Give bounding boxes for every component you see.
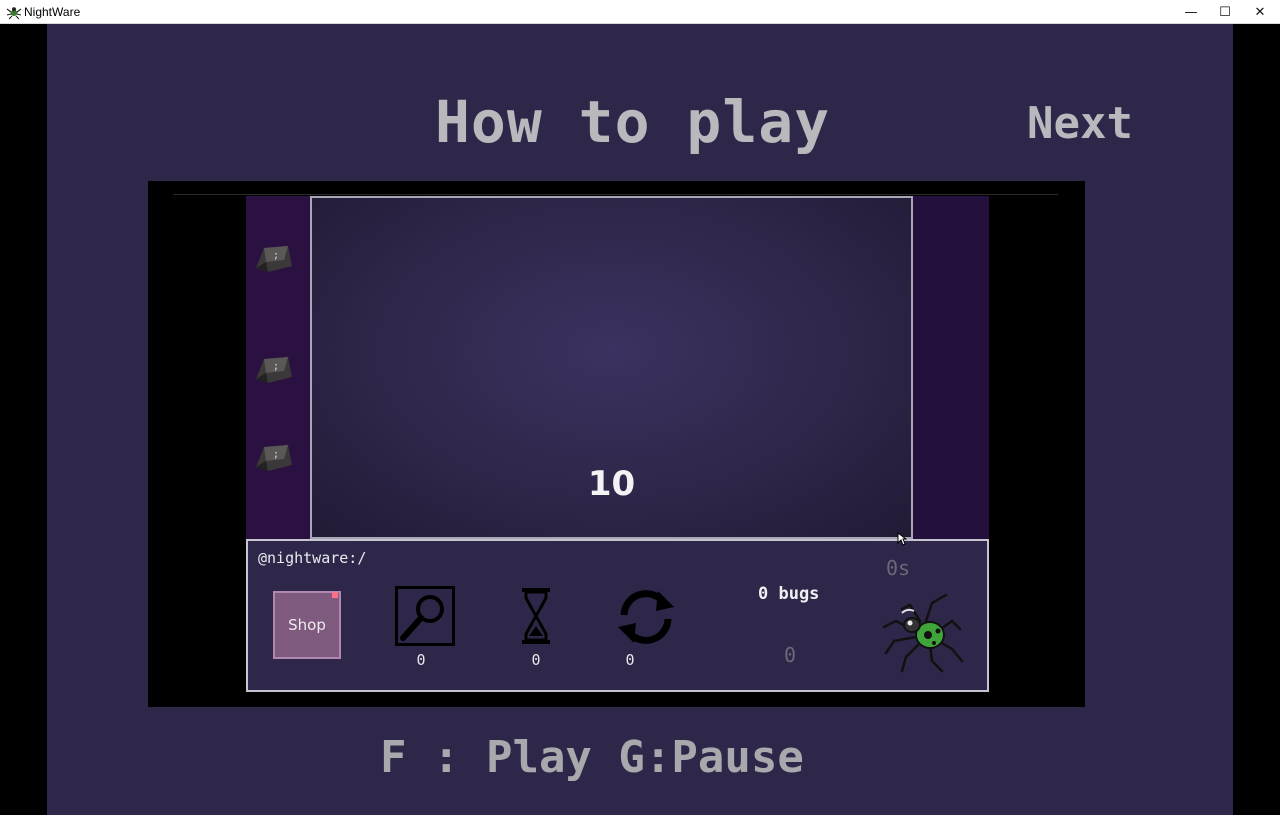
divider [173,194,1058,195]
close-button[interactable]: ✕ [1243,0,1277,24]
magnifier-icon[interactable] [395,586,455,646]
window-title: NightWare [24,5,81,19]
play-field: 10 [310,196,913,539]
console-prompt: @nightware:/ [258,549,367,567]
semicolon-key-icon: ; [256,357,292,383]
svg-text:;: ; [273,250,279,261]
hourglass-icon[interactable] [520,586,552,646]
elapsed-timer: 0s [886,556,911,580]
svg-text:;: ; [273,361,279,372]
next-button[interactable]: Next [1027,98,1133,149]
time-count: 0 [531,651,541,669]
spider-bug-icon [882,593,964,673]
spider-icon [6,7,22,20]
bugs-label: 0 bugs [758,584,820,604]
shop-button[interactable]: Shop [273,591,341,659]
refresh-icon[interactable] [614,585,678,649]
semicolon-key-icon: ; [256,445,292,471]
maximize-button[interactable]: ☐ [1208,0,1242,24]
countdown-counter: 10 [587,464,636,504]
refresh-count: 0 [625,651,635,669]
window-titlebar: NightWare — ☐ ✕ [0,0,1280,24]
page-title: How to play [435,88,831,156]
search-count: 0 [416,651,426,669]
side-lane [913,196,989,539]
semicolon-key-icon: ; [256,246,292,272]
controls-hint: F : Play G:Pause [380,732,804,783]
shop-label: Shop [288,616,326,634]
close-icon [332,592,338,598]
minimize-button[interactable]: — [1174,0,1208,24]
svg-text:;: ; [273,449,279,460]
bugs-value: 0 [784,643,797,667]
mouse-cursor-icon [897,532,907,546]
console-panel: @nightware:/ Shop 0 0 0 0 bugs 0 0s [246,539,989,692]
key-lane: ; ; ; [246,196,310,539]
